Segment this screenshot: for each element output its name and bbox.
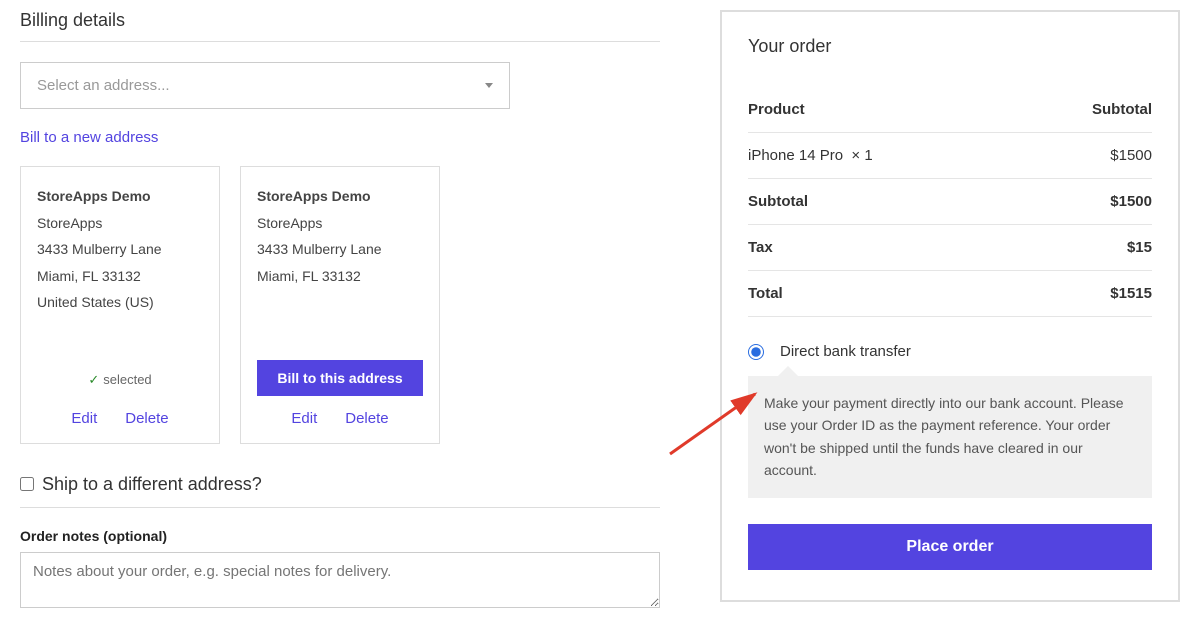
billing-title: Billing details <box>20 10 660 42</box>
address-street: 3433 Mulberry Lane <box>257 236 423 263</box>
payment-method-label: Direct bank transfer <box>780 343 911 360</box>
chevron-down-icon <box>485 83 493 88</box>
order-title: Your order <box>748 36 1152 57</box>
order-header-subtotal: Subtotal <box>1092 101 1152 118</box>
order-subtotal-value: $1500 <box>1110 193 1152 210</box>
order-total-value: $1515 <box>1110 285 1152 302</box>
order-subtotal-label: Subtotal <box>748 193 808 210</box>
delete-address-link[interactable]: Delete <box>345 410 388 427</box>
ship-different-checkbox[interactable] <box>20 477 34 491</box>
address-select-placeholder: Select an address... <box>37 77 170 94</box>
address-cards: StoreApps Demo StoreApps 3433 Mulberry L… <box>20 166 660 444</box>
address-city: Miami, FL 33132 <box>37 263 203 290</box>
bill-new-address-link[interactable]: Bill to a new address <box>20 129 158 146</box>
selected-marker: ✓selected <box>37 372 203 388</box>
address-select[interactable]: Select an address... <box>20 62 510 109</box>
payment-description: Make your payment directly into our bank… <box>748 376 1152 498</box>
address-card: StoreApps Demo StoreApps 3433 Mulberry L… <box>240 166 440 444</box>
order-notes-input[interactable] <box>20 552 660 608</box>
address-city: Miami, FL 33132 <box>257 263 423 290</box>
edit-address-link[interactable]: Edit <box>291 410 317 427</box>
order-tax-value: $15 <box>1127 239 1152 256</box>
ship-different-row: Ship to a different address? <box>20 474 660 508</box>
bill-to-address-button[interactable]: Bill to this address <box>257 360 423 396</box>
address-country: United States (US) <box>37 289 203 316</box>
address-card: StoreApps Demo StoreApps 3433 Mulberry L… <box>20 166 220 444</box>
address-company: StoreApps <box>37 210 203 237</box>
payment-section: Direct bank transfer Make your payment d… <box>748 343 1152 570</box>
address-street: 3433 Mulberry Lane <box>37 236 203 263</box>
order-summary: Your order Product Subtotal iPhone 14 Pr… <box>720 10 1180 602</box>
address-company: StoreApps <box>257 210 423 237</box>
order-tax-label: Tax <box>748 239 773 256</box>
edit-address-link[interactable]: Edit <box>71 410 97 427</box>
delete-address-link[interactable]: Delete <box>125 410 168 427</box>
ship-different-label: Ship to a different address? <box>42 474 262 495</box>
check-icon: ✓ <box>88 372 99 387</box>
order-notes-label: Order notes (optional) <box>20 528 660 544</box>
address-name: StoreApps Demo <box>37 183 203 210</box>
place-order-button[interactable]: Place order <box>748 524 1152 570</box>
order-item-price: $1500 <box>1110 147 1152 164</box>
order-total-label: Total <box>748 285 783 302</box>
address-name: StoreApps Demo <box>257 183 423 210</box>
order-item-name: iPhone 14 Pro × 1 <box>748 147 873 164</box>
order-header-product: Product <box>748 101 805 118</box>
payment-radio-bank[interactable] <box>748 344 764 360</box>
